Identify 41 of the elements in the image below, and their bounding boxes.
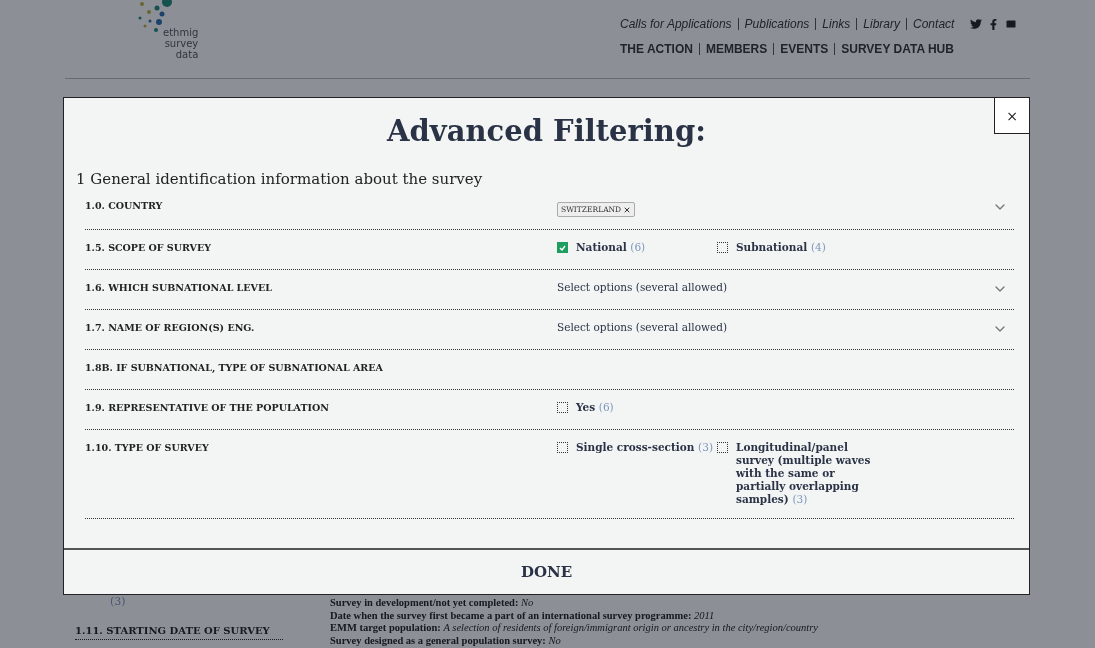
filter-label: 1.6. WHICH SUBNATIONAL LEVEL	[85, 281, 273, 293]
survey-detail: Survey in development/not yet completed: No	[330, 597, 535, 610]
dialog-title: Advanced Filtering:	[387, 114, 706, 148]
checkbox[interactable]	[557, 442, 568, 453]
nav-link[interactable]: SURVEY DATA HUB	[834, 43, 960, 55]
option-count: (3)	[110, 595, 127, 608]
option-label: Longitudinal/panel survey (multiple waves with the same or partially overlapping samples) (3)	[736, 441, 872, 506]
option-label: Subnational (4)	[736, 241, 826, 254]
done-button[interactable]: DONE	[512, 559, 581, 585]
option-label: Yes (6)	[576, 401, 614, 414]
option-label: Single cross-section (3)	[576, 441, 713, 454]
nav-link[interactable]: MEMBERS	[698, 43, 774, 55]
filter-label: 1.5. SCOPE OF SURVEY	[85, 241, 212, 253]
top-link[interactable]: Links	[815, 18, 857, 30]
filter-label: 1.7. NAME OF REGION(S) ENG.	[85, 321, 256, 333]
top-link[interactable]: Calls for Applications	[620, 18, 738, 30]
remove-icon[interactable]	[623, 205, 632, 214]
checkbox[interactable]	[557, 402, 568, 413]
select-dropdown[interactable]: Select options (several allowed)	[557, 321, 727, 333]
checkbox[interactable]	[717, 242, 728, 253]
logo-text[interactable]: ethmig survey data	[163, 27, 199, 60]
filter-heading: 1.11. STARTING DATE OF SURVEY	[75, 625, 283, 640]
nav-link[interactable]: THE ACTION	[620, 43, 699, 55]
checkbox[interactable]	[717, 442, 728, 453]
close-button[interactable]: ×	[994, 97, 1030, 134]
option-label: National (6)	[576, 241, 646, 254]
checkbox[interactable]	[557, 242, 568, 253]
survey-detail: EMM target population: A selection of residents of foreign/immigrant origin or ancestry in the city/region/country	[330, 622, 818, 635]
twitter-icon[interactable]	[970, 18, 983, 30]
section-heading: 1 General identification information about the survey	[76, 170, 483, 188]
filter-label: 1.10. TYPE OF SURVEY	[85, 441, 210, 453]
nav-link[interactable]: EVENTS	[773, 43, 835, 55]
filter-label: 1.9. REPRESENTATIVE OF THE POPULATION	[85, 401, 330, 413]
top-link[interactable]: Contact	[906, 18, 961, 30]
survey-detail: Survey designed as a general population survey: No	[330, 634, 562, 647]
filter-label: 1.8B. IF SUBNATIONAL, TYPE OF SUBNATIONAL AREA	[85, 361, 384, 373]
filter-label: 1.0. COUNTRY	[85, 199, 164, 211]
top-link[interactable]: Library	[856, 18, 907, 30]
survey-detail: Date when the survey first became a part of an international survey programme: 2011	[330, 609, 716, 622]
select-dropdown[interactable]: Select options (several allowed)	[557, 281, 727, 293]
top-link[interactable]: Publications	[737, 18, 816, 30]
